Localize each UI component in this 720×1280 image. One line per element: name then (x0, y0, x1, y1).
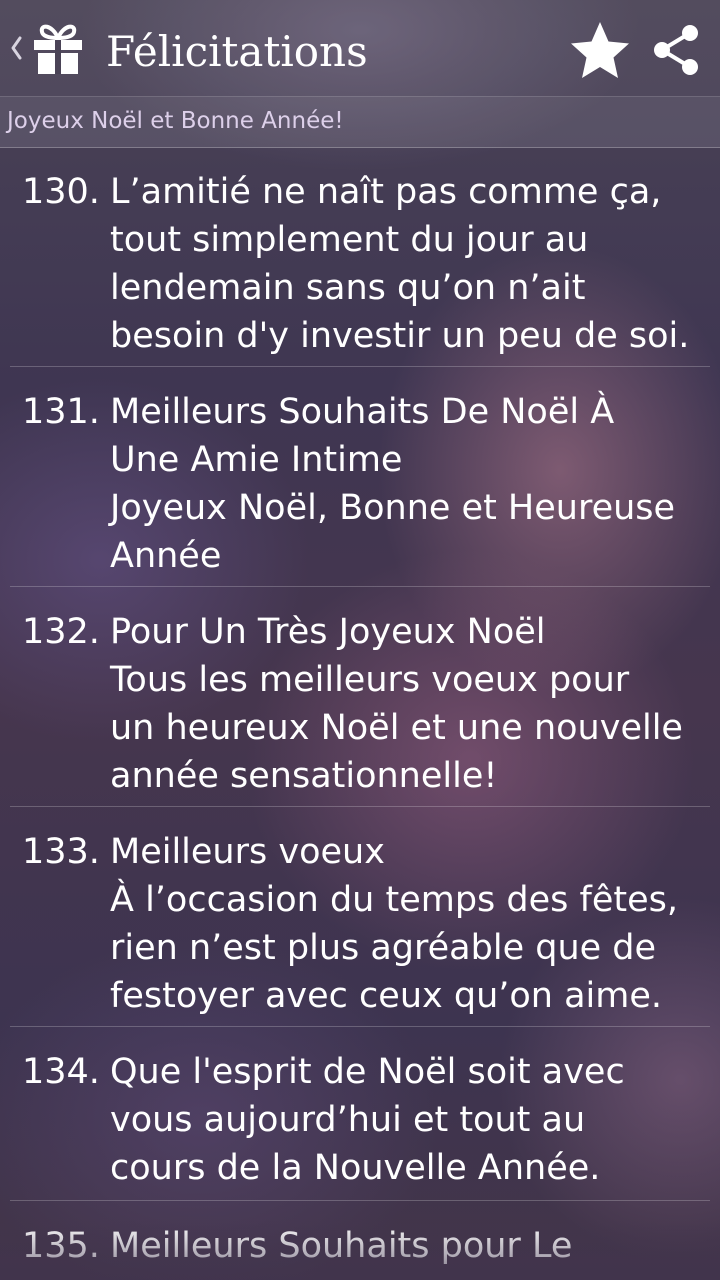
item-text: Meilleurs Souhaits pour Le (110, 1222, 710, 1270)
item-line: un heureux Noël et une nouvelle (110, 708, 683, 748)
subtitle: Joyeux Noël et Bonne Année! (7, 108, 344, 134)
item-text: Meilleurs voeux À l’occasion du temps de… (110, 828, 710, 1020)
item-line: Que l'esprit de Noël soit avec (110, 1052, 625, 1092)
subtitle-bar: Joyeux Noël et Bonne Année! (0, 97, 720, 148)
item-line: Meilleurs voeux (110, 832, 385, 872)
item-text: Que l'esprit de Noël soit avec vous aujo… (110, 1048, 710, 1192)
item-number: 130. (22, 172, 100, 212)
item-line: Meilleurs Souhaits De Noël À (110, 392, 615, 432)
item-line: Année (110, 536, 222, 576)
chevron-left-icon[interactable] (8, 34, 24, 62)
item-line: festoyer avec ceux qu’on aime. (110, 976, 663, 1016)
item-number: 131. (22, 392, 100, 432)
item-number: 132. (22, 612, 100, 652)
item-line: tout simplement du jour au (110, 220, 589, 260)
item-line: À l’occasion du temps des fêtes, (110, 880, 678, 920)
list-item[interactable]: 134. Que l'esprit de Noël soit avec vous… (10, 1048, 710, 1201)
item-line: Tous les meilleurs voeux pour (110, 660, 630, 700)
list-item[interactable]: 135. Meilleurs Souhaits pour Le (10, 1222, 710, 1280)
item-line: Pour Un Très Joyeux Noël (110, 612, 546, 652)
item-text: L’amitié ne naît pas comme ça, tout simp… (110, 168, 710, 360)
item-line: Joyeux Noël, Bonne et Heureuse (110, 488, 676, 528)
item-line: rien n’est plus agréable que de (110, 928, 657, 968)
list-item[interactable]: 133. Meilleurs voeux À l’occasion du tem… (10, 828, 710, 1027)
item-line: vous aujourd’hui et tout au (110, 1100, 586, 1140)
item-line: Meilleurs Souhaits pour Le (110, 1226, 573, 1266)
item-line: cours de la Nouvelle Année. (110, 1148, 601, 1188)
list-item[interactable]: 132. Pour Un Très Joyeux Noël Tous les m… (10, 608, 710, 807)
item-line: lendemain sans qu’on n’ait (110, 268, 586, 308)
list-item[interactable]: 131. Meilleurs Souhaits De Noël À Une Am… (10, 388, 710, 587)
item-line: Une Amie Intime (110, 440, 403, 480)
gift-icon[interactable] (30, 20, 86, 76)
item-text: Pour Un Très Joyeux Noël Tous les meille… (110, 608, 710, 800)
item-line: année sensationnelle! (110, 756, 498, 796)
item-line: besoin d'y investir un peu de soi. (110, 316, 690, 356)
item-number: 135. (22, 1226, 100, 1266)
star-icon[interactable] (568, 18, 632, 82)
share-icon[interactable] (646, 20, 706, 80)
list-item[interactable]: 130. L’amitié ne naît pas comme ça, tout… (10, 168, 710, 367)
page-title: Félicitations (106, 27, 368, 76)
item-number: 134. (22, 1052, 100, 1092)
greetings-list[interactable]: 130. L’amitié ne naît pas comme ça, tout… (0, 148, 720, 1280)
item-line: L’amitié ne naît pas comme ça, (110, 172, 662, 212)
item-number: 133. (22, 832, 100, 872)
item-text: Meilleurs Souhaits De Noël À Une Amie In… (110, 388, 710, 580)
action-bar: Félicitations (0, 0, 720, 97)
